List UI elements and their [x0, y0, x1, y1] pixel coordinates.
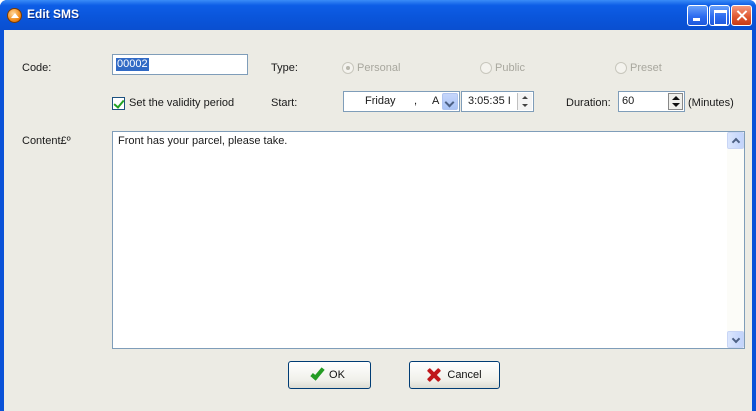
radio-preset-label: Preset [630, 62, 662, 74]
radio-personal-label: Personal [357, 62, 401, 74]
window-title: Edit SMS [27, 7, 80, 21]
start-time-picker[interactable]: 3:05:35 I [461, 91, 534, 112]
radio-public-button[interactable] [480, 62, 492, 74]
cancel-button[interactable]: Cancel [409, 361, 500, 389]
close-button[interactable] [731, 5, 752, 26]
duration-input[interactable]: 60 [618, 91, 685, 112]
duration-spinner-icon[interactable] [668, 93, 683, 110]
radio-personal[interactable]: Personal [342, 62, 400, 74]
start-date-picker[interactable]: Friday , A [343, 91, 460, 112]
x-icon [427, 368, 441, 382]
validity-label[interactable]: Set the validity period [129, 97, 234, 109]
app-icon [7, 8, 22, 23]
start-day[interactable]: Friday [365, 95, 396, 107]
duration-unit: (Minutes) [688, 97, 734, 109]
start-month[interactable]: A [432, 95, 439, 107]
code-value: 00002 [116, 58, 149, 71]
code-label: Code: [22, 62, 52, 74]
type-label: Type: [271, 62, 298, 74]
start-time[interactable]: 3:05:35 I [468, 95, 511, 107]
start-label: Start: [271, 97, 298, 109]
duration-label: Duration: [566, 97, 611, 109]
radio-public-label: Public [495, 62, 525, 74]
edit-sms-window: Edit SMS Code: 00002 Type: Personal Publ… [0, 0, 756, 411]
dialog-body: Code: 00002 Type: Personal Public Preset… [4, 30, 752, 411]
code-input[interactable]: 00002 [112, 54, 248, 75]
content-text: Front has your parcel, please take. [118, 135, 288, 147]
ok-button[interactable]: OK [288, 361, 371, 389]
cancel-label: Cancel [447, 369, 482, 381]
validity-checkbox[interactable] [112, 97, 125, 110]
content-label: Content£º [22, 135, 71, 147]
chevron-down-icon[interactable] [442, 93, 458, 110]
checkmark-icon [310, 365, 325, 381]
radio-preset-button[interactable] [615, 62, 627, 74]
duration-value: 60 [622, 95, 635, 107]
time-spinner-icon[interactable] [517, 93, 532, 110]
content-scrollbar[interactable] [727, 132, 744, 348]
maximize-button[interactable] [709, 5, 730, 26]
radio-preset[interactable]: Preset [615, 62, 662, 74]
radio-personal-button[interactable] [342, 62, 354, 74]
minimize-button[interactable] [687, 5, 708, 26]
scroll-up-icon[interactable] [727, 132, 744, 149]
date-separator: , [414, 95, 418, 107]
content-textarea[interactable]: Front has your parcel, please take. [112, 131, 745, 349]
radio-public[interactable]: Public [480, 62, 525, 74]
ok-label: OK [329, 369, 345, 381]
title-bar[interactable]: Edit SMS [0, 0, 756, 30]
scroll-down-icon[interactable] [727, 331, 744, 348]
